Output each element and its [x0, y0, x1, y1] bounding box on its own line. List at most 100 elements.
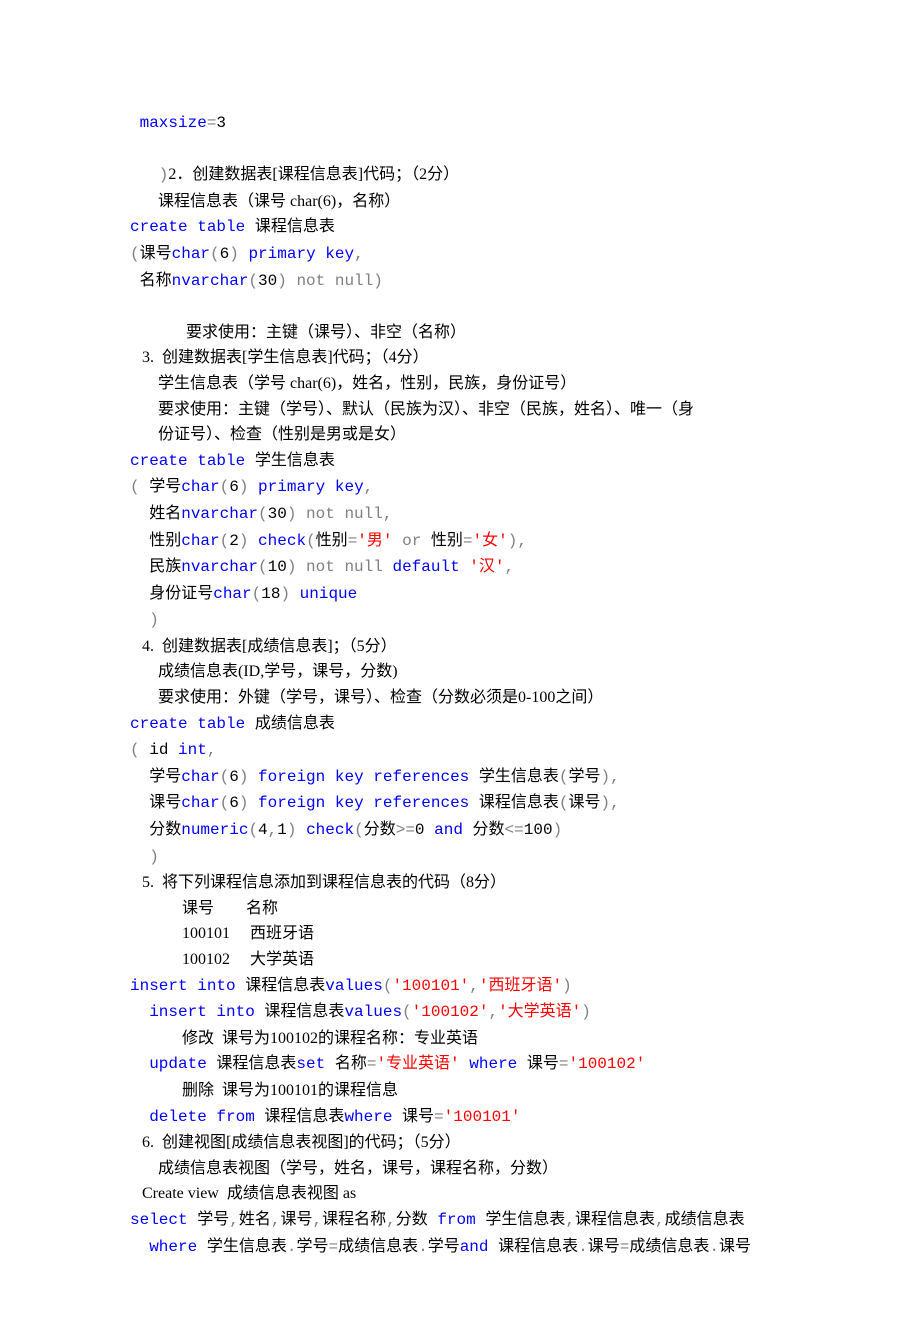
text-segment: 民族: [130, 558, 181, 576]
text-segment: (: [383, 977, 393, 995]
text-segment: 6: [229, 478, 239, 496]
text-segment: ,: [364, 478, 374, 496]
text-segment: (: [210, 245, 220, 263]
text-segment: 课号: [569, 794, 601, 812]
code-line: 课号 名称: [130, 896, 790, 922]
code-line: ( 学号char(6) primary key,: [130, 474, 790, 501]
code-line: 学号char(6) foreign key references 学生信息表(学…: [130, 764, 790, 791]
text-segment: 成绩信息表: [338, 1238, 418, 1256]
text-segment: values: [344, 1003, 402, 1021]
text-segment: insert into: [130, 1003, 255, 1021]
text-segment: ,: [505, 558, 515, 576]
text-segment: 成绩信息表: [665, 1211, 745, 1229]
text-segment: ,: [565, 1211, 575, 1229]
text-segment: and: [434, 821, 463, 839]
text-segment: 30: [258, 272, 277, 290]
text-segment: 课号 名称: [130, 900, 278, 917]
code-line: 5. 将下列课程信息添加到课程信息表的代码（8分）: [130, 870, 790, 896]
code-line: insert into 课程信息表values('100102','大学英语'): [130, 999, 790, 1026]
text-segment: 性别: [316, 532, 348, 550]
text-segment: 姓名: [130, 505, 181, 523]
text-segment: 性别: [130, 532, 181, 550]
text-segment: char: [181, 478, 219, 496]
text-segment: ): [277, 272, 296, 290]
text-segment: =: [367, 1055, 377, 1073]
text-segment: ,: [268, 821, 278, 839]
text-segment: ): [239, 768, 258, 786]
text-segment: 1: [277, 821, 287, 839]
code-line: delete from 课程信息表where 课号='100101': [130, 1104, 790, 1131]
code-line: 分数numeric(4,1) check(分数>=0 and 分数<=100): [130, 817, 790, 844]
text-segment: 姓名: [239, 1211, 271, 1229]
text-segment: '专业英语': [376, 1055, 459, 1073]
text-segment: values: [325, 977, 383, 995]
text-segment: 成绩信息表: [245, 715, 335, 733]
text-segment: (: [130, 741, 140, 759]
text-segment: 学生信息表: [469, 768, 559, 786]
text-segment: where: [344, 1108, 392, 1126]
text-segment: (: [130, 245, 140, 263]
text-segment: 学号: [296, 1238, 328, 1256]
code-line: select 学号,姓名,课号,课程名称,分数 from 学生信息表,课程信息表…: [130, 1207, 790, 1234]
text-segment: 分数: [364, 821, 396, 839]
text-segment: 名称: [325, 1055, 367, 1073]
text-segment: 学生信息表（学号 char(6)，姓名，性别，民族，身份证号）: [130, 375, 576, 392]
text-segment: insert into: [130, 977, 236, 995]
code-line: ): [130, 607, 790, 634]
text-segment: 分数: [396, 1211, 438, 1229]
text-segment: ,: [229, 1211, 239, 1229]
code-line: 性别char(2) check(性别='男' or 性别='女'),: [130, 528, 790, 555]
text-segment: =: [207, 114, 217, 132]
text-segment: and: [460, 1238, 489, 1256]
text-segment: 课号: [130, 794, 181, 812]
text-segment: create table: [130, 218, 245, 236]
text-segment: 4: [258, 821, 268, 839]
text-segment: (: [252, 585, 262, 603]
text-segment: 学生信息表: [197, 1238, 287, 1256]
text-segment: 5. 将下列课程信息添加到课程信息表的代码（8分）: [130, 874, 506, 891]
text-segment: 学号: [569, 768, 601, 786]
text-segment: 成绩信息表视图（学号，姓名，课号，课程名称，分数）: [130, 1160, 558, 1177]
text-segment: 成绩信息表(ID,学号，课号，分数): [130, 663, 398, 680]
text-segment: from: [437, 1211, 475, 1229]
text-segment: 6: [220, 245, 230, 263]
text-segment: (: [130, 478, 140, 496]
text-segment: 10: [268, 558, 287, 576]
text-segment: foreign key references: [258, 768, 469, 786]
text-segment: (: [258, 505, 268, 523]
code-line: 身份证号char(18) unique: [130, 581, 790, 608]
text-segment: foreign key references: [258, 794, 469, 812]
code-line: 份证号）、检查（性别是男或是女）: [130, 422, 790, 448]
text-segment: (: [220, 768, 230, 786]
text-segment: 分数: [463, 821, 505, 839]
code-line: 姓名nvarchar(30) not null,: [130, 501, 790, 528]
text-segment: (: [559, 768, 569, 786]
text-segment: 名称: [130, 272, 172, 290]
text-segment: char: [181, 532, 219, 550]
text-segment: (: [559, 794, 569, 812]
text-segment: 课程信息表: [255, 1003, 345, 1021]
text-segment: =: [620, 1238, 630, 1256]
text-segment: ): [280, 585, 299, 603]
text-segment: char: [181, 768, 219, 786]
text-segment: 课程名称: [322, 1211, 386, 1229]
text-segment: delete from: [130, 1108, 255, 1126]
code-line: create table 成绩信息表: [130, 711, 790, 738]
code-line: create table 课程信息表: [130, 214, 790, 241]
text-segment: 30: [268, 505, 287, 523]
text-segment: (: [220, 478, 230, 496]
code-line: )2．创建数据表[课程信息表]代码；（2分）: [130, 162, 790, 189]
text-segment: 学生信息表: [476, 1211, 566, 1229]
text-segment: ,: [655, 1211, 665, 1229]
text-segment: primary key: [258, 478, 364, 496]
text-segment: (: [220, 532, 230, 550]
text-segment: check: [258, 532, 306, 550]
text-segment: (: [354, 821, 364, 839]
text-segment: ),: [508, 532, 527, 550]
text-segment: 要求使用：主键（学号）、默认（民族为汉）、非空（民族，姓名）、唯一（身: [130, 401, 694, 418]
text-segment: '100101': [392, 977, 469, 995]
text-segment: 学生信息表: [245, 452, 335, 470]
code-line: [130, 294, 790, 320]
text-segment: char: [213, 585, 251, 603]
text-segment: '大学英语': [498, 1003, 581, 1021]
